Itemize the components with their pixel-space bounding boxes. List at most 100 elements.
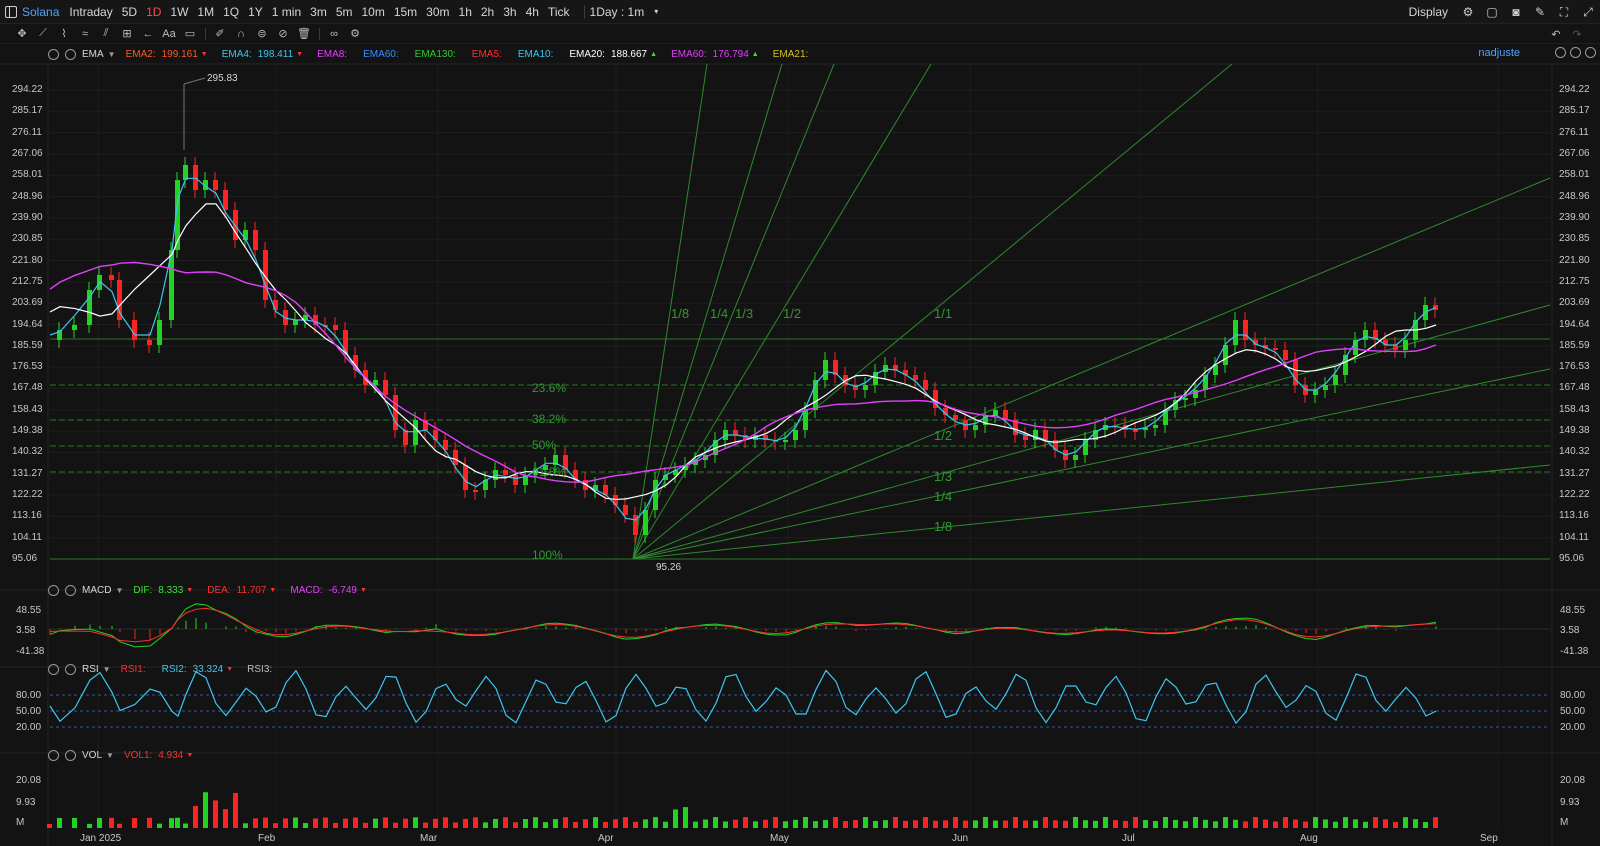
candle-down [193, 165, 198, 190]
ema_legend-label-6[interactable]: EMA10: [518, 49, 554, 60]
chevron-down-icon[interactable]: ▼ [103, 665, 111, 674]
ema_legend-label-8[interactable]: EMA60: [671, 49, 707, 60]
volume-bar [1033, 820, 1038, 828]
rsi_legend-label-1[interactable]: RSI2: [162, 664, 187, 675]
volume-bar [743, 817, 748, 828]
high-price-label: 295.83 [207, 73, 238, 84]
volume-bar [1313, 817, 1318, 828]
price-tick-right: 267.06 [1559, 147, 1590, 159]
volume-bar [253, 818, 258, 828]
rsi-line [49, 669, 1437, 725]
macd-settings-icon[interactable] [48, 584, 59, 596]
macd_legend-label-2[interactable]: MACD: [290, 585, 322, 596]
vol-tick-right: M [1560, 817, 1569, 828]
ema-close-icon[interactable] [65, 48, 76, 60]
gann-fan-line [632, 368, 1551, 560]
gann-fan-line [632, 177, 1551, 560]
vol-title[interactable]: VOL [82, 750, 102, 761]
candle-up [1313, 390, 1318, 395]
volume-bar [573, 822, 578, 828]
ema_legend-label-2[interactable]: EMA8: [317, 49, 347, 60]
macd_legend-label-0[interactable]: DIF: [133, 585, 152, 596]
chevron-down-icon[interactable]: ▼ [115, 586, 123, 595]
volume-bar [1363, 821, 1368, 828]
candle-up [883, 365, 888, 372]
macd_legend-value-1: 11.707 [236, 584, 267, 596]
adjust-label[interactable]: nadjuste [1478, 47, 1520, 59]
price-tick-left: 167.48 [12, 382, 43, 394]
volume-bar [1273, 821, 1278, 828]
volume-bar [473, 817, 478, 828]
volume-bar [883, 820, 888, 828]
volume-bar [793, 819, 798, 828]
candle-up [823, 360, 828, 380]
price-tick-right: 276.11 [1559, 126, 1589, 138]
candle-up [157, 320, 162, 345]
minimize-icon[interactable] [1570, 47, 1581, 58]
volume-bar [1143, 820, 1148, 828]
rsi-close-icon[interactable] [65, 663, 76, 675]
ema-settings-icon[interactable] [48, 48, 59, 60]
volume-bar [1013, 817, 1018, 828]
volume-bar [683, 807, 688, 828]
volume-bar [1203, 819, 1208, 828]
volume-bar [109, 817, 114, 828]
macd_legend-label-1[interactable]: DEA: [207, 585, 230, 596]
price-tick-right: 230.85 [1559, 233, 1590, 245]
volume-bar [583, 819, 588, 828]
price-tick-right: 140.32 [1559, 446, 1590, 458]
macd-tick-left: 48.55 [16, 605, 42, 616]
fan-label-right: 1/2 [934, 428, 953, 443]
vol-close-icon[interactable] [65, 749, 76, 761]
rsi-tick-right: 50.00 [1560, 706, 1586, 717]
chevron-down-icon[interactable]: ▼ [108, 50, 116, 59]
rsi_legend-label-0[interactable]: RSI1: [121, 664, 146, 675]
chevron-down-icon[interactable]: ▼ [106, 751, 114, 760]
rsi-title[interactable]: RSI [82, 664, 99, 675]
time-axis-label: Jul [1122, 833, 1135, 844]
ema_legend-label-5[interactable]: EMA5: [472, 49, 502, 60]
volume-bar [1403, 817, 1408, 828]
volume-bar [1343, 817, 1348, 828]
macd-close-icon[interactable] [65, 584, 76, 596]
vol_legend-label-0[interactable]: VOL1: [124, 750, 152, 761]
trend-up-icon: ▲ [650, 50, 658, 58]
volume-bar [193, 805, 198, 828]
close-icon[interactable] [1585, 47, 1596, 58]
trend-down-icon: ▼ [186, 586, 194, 594]
ema_legend-label-1[interactable]: EMA4: [222, 49, 252, 60]
macd-tick-right: 3.58 [1560, 625, 1580, 636]
ema_legend-label-4[interactable]: EMA130: [415, 49, 456, 60]
ema_legend-value-7: 188.667 [610, 48, 648, 60]
ema_legend-label-7[interactable]: EMA20: [569, 49, 605, 60]
volume-bar [1093, 820, 1098, 828]
candle-up [1323, 385, 1328, 390]
vol-settings-icon[interactable] [48, 749, 59, 761]
volume-bar [423, 822, 428, 828]
volume-bar [57, 817, 62, 828]
ema_legend-label-0[interactable]: EMA2: [126, 49, 156, 60]
rsi-tick-left: 20.00 [16, 722, 42, 733]
rsi-tick-right: 20.00 [1560, 722, 1586, 733]
candle-up [72, 325, 77, 330]
ema-title[interactable]: EMA [82, 49, 104, 60]
rsi-settings-icon[interactable] [48, 663, 59, 675]
volume-bar [1433, 817, 1438, 828]
rsi_legend-label-2[interactable]: RSI3: [247, 664, 272, 675]
restore-icon[interactable] [1555, 47, 1566, 58]
candle-up [413, 420, 418, 445]
ema_legend-label-3[interactable]: EMA60: [363, 49, 399, 60]
macd-title[interactable]: MACD [82, 585, 111, 596]
price-tick-left: 158.43 [12, 403, 43, 415]
price-tick-left: 122.22 [12, 489, 43, 501]
volume-bar [169, 818, 174, 828]
price-tick-right: 248.96 [1559, 190, 1590, 202]
macd_legend-value-2: -6.749 [328, 584, 357, 596]
volume-bar [363, 822, 368, 828]
volume-bar [623, 817, 628, 828]
volume-bar [175, 817, 180, 828]
candle-up [1363, 330, 1368, 340]
price-chart[interactable] [0, 0, 1600, 846]
ema_legend-label-9[interactable]: EMA21: [773, 49, 809, 60]
price-tick-right: 221.80 [1559, 254, 1590, 266]
